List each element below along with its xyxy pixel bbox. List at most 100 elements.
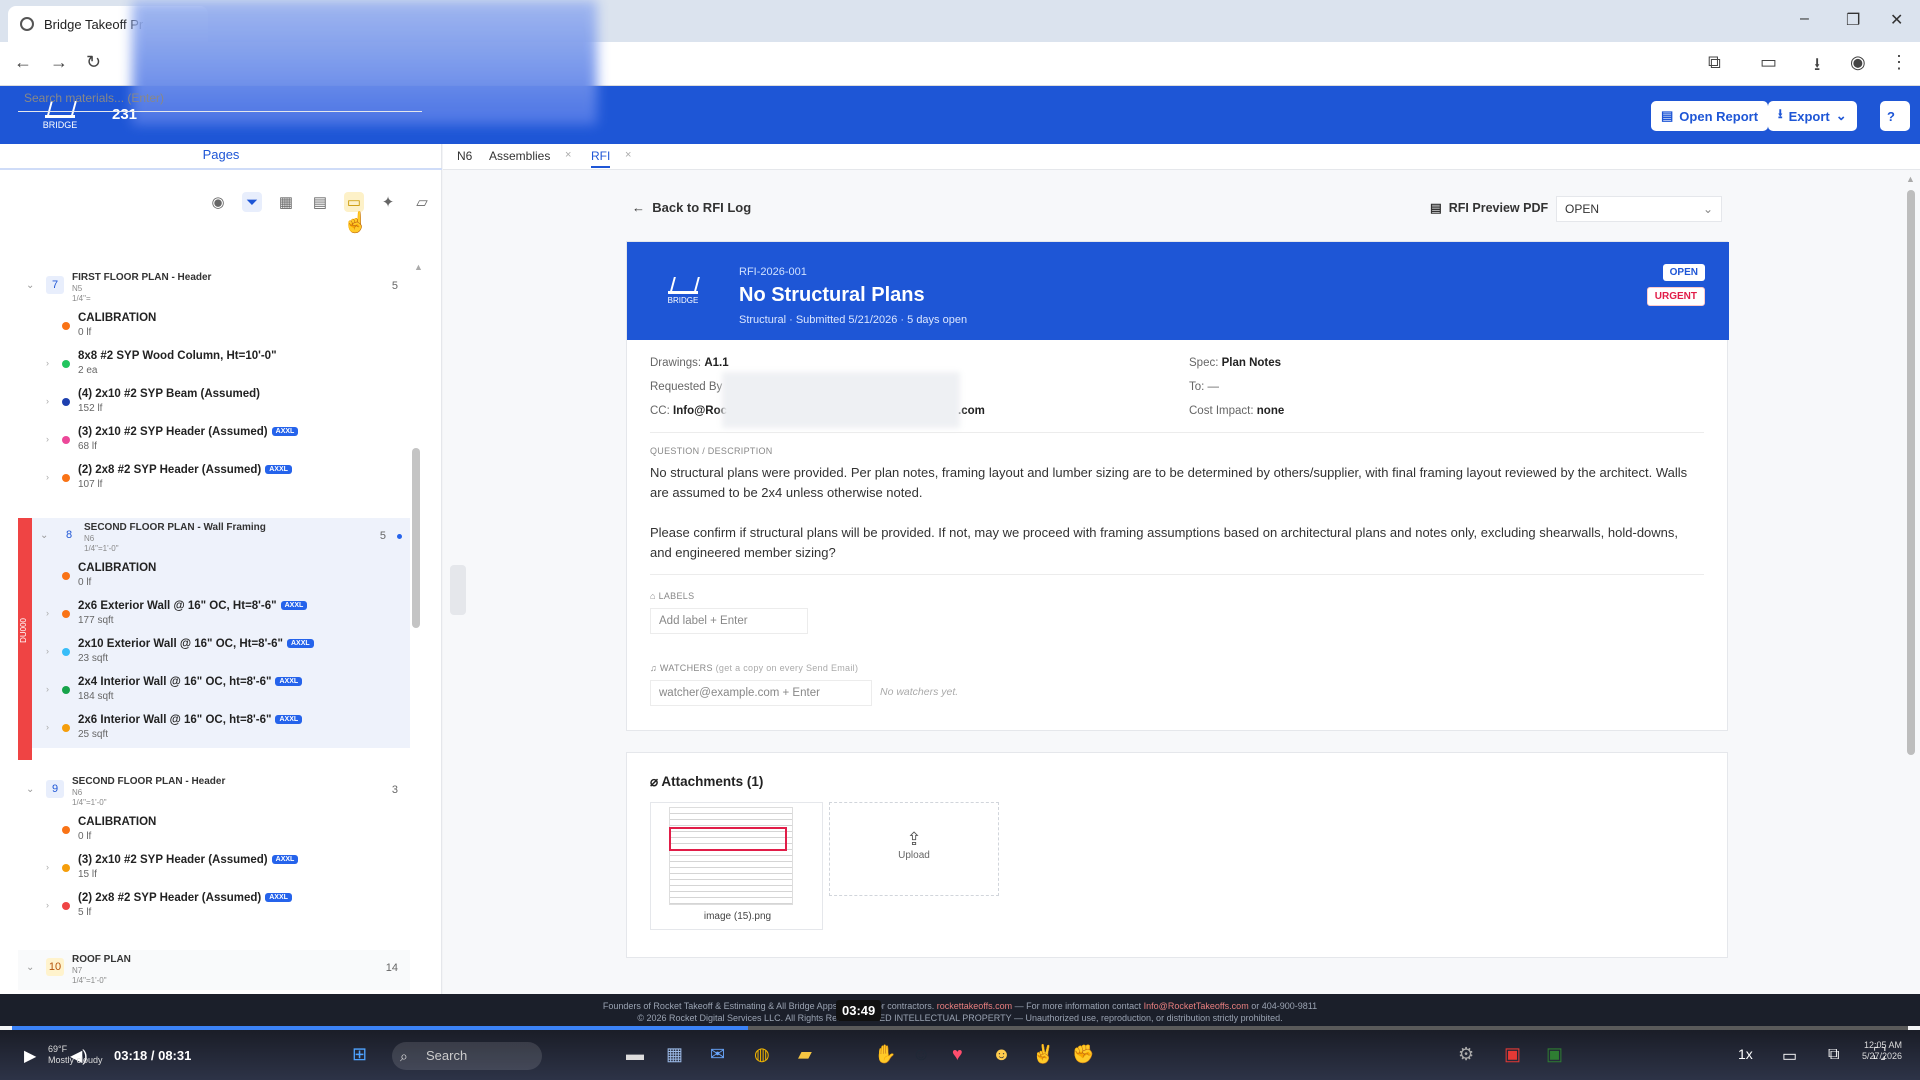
upload-dropzone[interactable]: ⇪ Upload (829, 802, 999, 896)
group-header[interactable]: ⌄ 10 ROOF PLAN N7 1/4"=1'-0" 14 (18, 950, 410, 990)
calculator-icon[interactable]: ▦ (666, 1044, 683, 1065)
list-item[interactable]: CALIBRATION 0 lf (18, 308, 410, 346)
list-item[interactable]: › 2x6 Exterior Wall @ 16" OC, Ht=8'-6" AX… (18, 596, 410, 634)
left-scrollbar[interactable] (412, 448, 420, 628)
forward-arrow-icon[interactable]: → (50, 52, 68, 73)
list-item[interactable]: › (3) 2x10 #2 SYP Header (Assumed) AXXL 6… (18, 422, 410, 460)
chevron-right-icon[interactable]: › (46, 722, 49, 732)
description-paragraph: No structural plans were provided. Per p… (650, 465, 1688, 500)
eye-icon[interactable]: ◉ (208, 192, 228, 212)
heart-reaction-icon[interactable]: ♥ (952, 1044, 963, 1065)
status-select[interactable]: OPEN ⌄ (1556, 196, 1722, 222)
list-item[interactable]: › (4) 2x10 #2 SYP Beam (Assumed) 152 lf (18, 384, 410, 422)
tab-n6[interactable]: N6 (457, 149, 472, 163)
theater-mode-icon[interactable]: ▭ (1782, 1046, 1797, 1066)
close-tab-icon[interactable]: × (565, 149, 571, 161)
panel-resize-handle[interactable] (450, 565, 466, 615)
list-item[interactable]: CALIBRATION 0 lf (18, 558, 410, 596)
materials-search-input[interactable]: Search materials... (Enter) (18, 84, 422, 112)
group-header[interactable]: ⌄ 7 FIRST FLOOR PLAN - Header N5 1/4"= 5 (18, 268, 410, 308)
download-icon[interactable]: ⭳ (1814, 52, 1820, 82)
page-group[interactable]: ⌄ 7 FIRST FLOOR PLAN - Header N5 1/4"= 5… (18, 268, 410, 498)
help-button[interactable]: ? (1880, 101, 1910, 131)
chevron-right-icon[interactable]: › (46, 684, 49, 694)
label-input[interactable]: Add label + Enter (650, 608, 808, 634)
email-link[interactable]: Info@RocketTakeoffs.com (1144, 1001, 1249, 1011)
export-button[interactable]: ⭳ Export ⌄ (1768, 101, 1857, 131)
folder-icon[interactable]: ▱ (412, 192, 432, 212)
assembly-badge: AXXL (271, 855, 299, 864)
pip-icon[interactable]: ⧉ (1828, 1046, 1839, 1064)
chrome-icon[interactable]: ◍ (754, 1044, 770, 1065)
page-group[interactable]: ⌄ 9 SECOND FLOOR PLAN - Header N6 1/4"=1… (18, 772, 410, 926)
playback-speed[interactable]: 1x (1738, 1046, 1753, 1062)
chevron-right-icon[interactable]: › (46, 396, 49, 406)
folder-icon[interactable]: ▰ (798, 1044, 812, 1065)
grid-icon[interactable]: ▦ (276, 192, 296, 212)
scroll-up-icon[interactable]: ▲ (414, 262, 423, 272)
chevron-right-icon[interactable]: › (46, 608, 49, 618)
clap-reaction-icon[interactable]: ✋ (874, 1044, 896, 1065)
thumbs-up-reaction-icon[interactable]: ✌ (1032, 1044, 1054, 1065)
rfi-preview-pdf-button[interactable]: ▤ RFI Preview PDF (1430, 200, 1548, 215)
chevron-right-icon[interactable]: › (46, 472, 49, 482)
browser-menu-icon[interactable]: ⋮ (1890, 52, 1908, 73)
play-icon[interactable]: ▶ (24, 1046, 36, 1066)
chevron-down-icon[interactable]: ⌄ (26, 784, 34, 795)
watcher-email-input[interactable]: watcher@example.com + Enter (650, 680, 872, 706)
pdf-app-icon[interactable]: ▣ (1504, 1044, 1521, 1065)
group-header[interactable]: ⌄ 8 SECOND FLOOR PLAN - Wall Framing N6 … (32, 518, 410, 558)
filter-icon[interactable]: ⏷ (242, 192, 262, 212)
extensions-icon[interactable]: ⧉ (1708, 52, 1721, 73)
reload-icon[interactable]: ↻ (86, 52, 101, 73)
sparkle-icon[interactable]: ✦ (378, 192, 398, 212)
list-item[interactable]: › (3) 2x10 #2 SYP Header (Assumed) AXXL 1… (18, 850, 410, 888)
page-group[interactable]: ⌄ 10 ROOF PLAN N7 1/4"=1'-0" 14 (18, 950, 410, 990)
group-header[interactable]: ⌄ 9 SECOND FLOOR PLAN - Header N6 1/4"=1… (18, 772, 410, 812)
tab-rfi[interactable]: RFI (591, 149, 611, 168)
list-item[interactable]: › 2x4 Interior Wall @ 16" OC, ht=8'-6" AX… (18, 672, 410, 710)
laugh-reaction-icon[interactable]: ☺ (912, 1044, 930, 1065)
chevron-down-icon[interactable]: ⌄ (40, 530, 48, 541)
scroll-up-icon[interactable]: ▲ (1906, 174, 1915, 184)
chevron-down-icon[interactable]: ⌄ (26, 280, 34, 291)
close-tab-icon[interactable]: × (625, 149, 631, 161)
list-item[interactable]: › (2) 2x8 #2 SYP Header (Assumed) AXXL 10… (18, 460, 410, 498)
document-icon[interactable]: ▤ (310, 192, 330, 212)
settings-icon[interactable]: ⚙ (1458, 1044, 1474, 1065)
list-item[interactable]: CALIBRATION 0 lf (18, 812, 410, 850)
chevron-right-icon[interactable]: › (46, 646, 49, 656)
excel-app-icon[interactable]: ▣ (1546, 1044, 1563, 1065)
comment-icon[interactable]: ▭ (344, 192, 364, 212)
chevron-down-icon[interactable]: ⌄ (26, 962, 34, 973)
minimize-icon[interactable]: – (1800, 10, 1809, 28)
mail-icon[interactable]: ✉ (710, 1044, 725, 1065)
tab-assemblies[interactable]: Assemblies (489, 149, 550, 163)
thumbs-down-reaction-icon[interactable]: ✊ (1072, 1044, 1094, 1065)
chevron-right-icon[interactable]: › (46, 862, 49, 872)
list-item[interactable]: › 2x6 Interior Wall @ 16" OC, ht=8'-6" AX… (18, 710, 410, 748)
cast-icon[interactable]: ▭ (1760, 52, 1777, 73)
page-group[interactable]: ⌄ 8 SECOND FLOOR PLAN - Wall Framing N6 … (32, 518, 410, 748)
back-arrow-icon[interactable]: ← (14, 52, 32, 73)
close-window-icon[interactable]: ✕ (1890, 10, 1903, 30)
surprised-reaction-icon[interactable]: ☻ (992, 1044, 1011, 1065)
attachment-thumbnail[interactable]: image (15).png (650, 802, 823, 930)
profile-avatar-icon[interactable]: ◉ (1850, 52, 1866, 73)
file-explorer-icon[interactable]: ▬ (626, 1044, 644, 1065)
taskbar-search[interactable]: Search (392, 1042, 542, 1070)
open-report-button[interactable]: ▤ Open Report (1651, 101, 1769, 131)
website-link[interactable]: rockettakeoffs.com (937, 1001, 1012, 1011)
main-scrollbar[interactable] (1907, 190, 1915, 755)
list-item[interactable]: › 2x10 Exterior Wall @ 16" OC, Ht=8'-6" A… (18, 634, 410, 672)
chevron-right-icon[interactable]: › (46, 434, 49, 444)
tab-pages[interactable]: Pages (0, 144, 442, 170)
list-item[interactable]: › 8x8 #2 SYP Wood Column, Ht=10'-0" 2 ea (18, 346, 410, 384)
restore-icon[interactable]: ❐ (1846, 10, 1860, 30)
back-to-rfi-log-link[interactable]: ← Back to RFI Log (632, 200, 751, 215)
windows-start-icon[interactable]: ⊞ (352, 1044, 367, 1065)
chevron-right-icon[interactable]: › (46, 900, 49, 910)
search-icon: ⌕ (400, 1048, 408, 1064)
chevron-right-icon[interactable]: › (46, 358, 49, 368)
list-item[interactable]: › (2) 2x8 #2 SYP Header (Assumed) AXXL 5 … (18, 888, 410, 926)
